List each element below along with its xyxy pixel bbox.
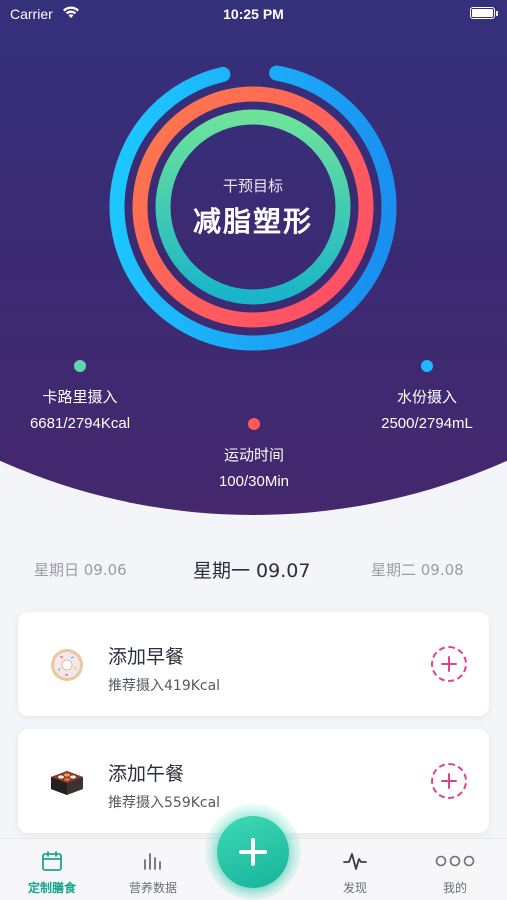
tab-custom-diet[interactable]: 定制膳食 bbox=[2, 839, 102, 900]
tab-discover[interactable]: 发现 bbox=[305, 839, 405, 900]
lunch-hint: 推荐摄入559Kcal bbox=[108, 795, 221, 811]
tab-mine[interactable]: 我的 bbox=[405, 839, 505, 900]
date-current[interactable]: 星期一 09.07 bbox=[193, 556, 310, 583]
clock: 10:25 PM bbox=[223, 6, 284, 22]
battery-icon bbox=[470, 7, 498, 19]
breakfast-title: 添加早餐 bbox=[108, 646, 185, 668]
tab-custom-diet-label: 定制膳食 bbox=[27, 881, 76, 895]
hero-section: Carrier 10:25 PM 干预目标 减脂塑形 卡路里摄入 6681/27… bbox=[0, 0, 507, 540]
goal-subtitle: 干预目标 bbox=[222, 177, 283, 195]
goal-display: 干预目标 减脂塑形 bbox=[106, 175, 400, 240]
breakfast-hint: 推荐摄入419Kcal bbox=[108, 678, 221, 694]
tab-nutrition-data-label: 营养数据 bbox=[128, 881, 177, 895]
lunch-title: 添加午餐 bbox=[108, 763, 185, 785]
date-prev[interactable]: 星期日 09.06 bbox=[34, 559, 127, 580]
add-record-button[interactable] bbox=[217, 816, 289, 888]
date-selector: 星期日 09.06 星期一 09.07 星期二 09.08 bbox=[0, 545, 507, 597]
breakfast-card[interactable]: 添加早餐 推荐摄入419Kcal bbox=[18, 612, 489, 716]
date-next[interactable]: 星期二 09.08 bbox=[371, 559, 464, 580]
exercise-value: 100/30Min bbox=[218, 473, 290, 490]
calorie-value: 6681/2794Kcal bbox=[29, 415, 131, 432]
water-label: 水份摄入 bbox=[396, 388, 457, 406]
calorie-label: 卡路里摄入 bbox=[42, 388, 118, 406]
pulse-icon bbox=[343, 853, 367, 870]
goal-title: 减脂塑形 bbox=[192, 205, 313, 238]
add-lunch-button[interactable] bbox=[431, 763, 467, 799]
water-dot bbox=[421, 360, 433, 372]
status-bar: Carrier 10:25 PM bbox=[0, 0, 507, 28]
more-dots-icon bbox=[435, 855, 475, 867]
bar-chart-icon bbox=[144, 853, 161, 870]
calorie-stat: 卡路里摄入 6681/2794Kcal bbox=[10, 360, 150, 432]
donut-icon bbox=[51, 649, 83, 681]
calorie-dot bbox=[74, 360, 86, 372]
calendar-icon bbox=[42, 851, 62, 871]
exercise-stat: 运动时间 100/30Min bbox=[184, 418, 324, 490]
add-breakfast-button[interactable] bbox=[431, 646, 467, 682]
water-value: 2500/2794mL bbox=[381, 415, 473, 432]
tab-mine-label: 我的 bbox=[442, 881, 467, 895]
exercise-dot bbox=[248, 418, 260, 430]
bento-icon bbox=[51, 771, 83, 795]
tab-nutrition-data[interactable]: 营养数据 bbox=[103, 839, 203, 900]
exercise-label: 运动时间 bbox=[223, 446, 284, 464]
tab-discover-label: 发现 bbox=[342, 881, 367, 895]
water-stat: 水份摄入 2500/2794mL bbox=[357, 360, 497, 432]
